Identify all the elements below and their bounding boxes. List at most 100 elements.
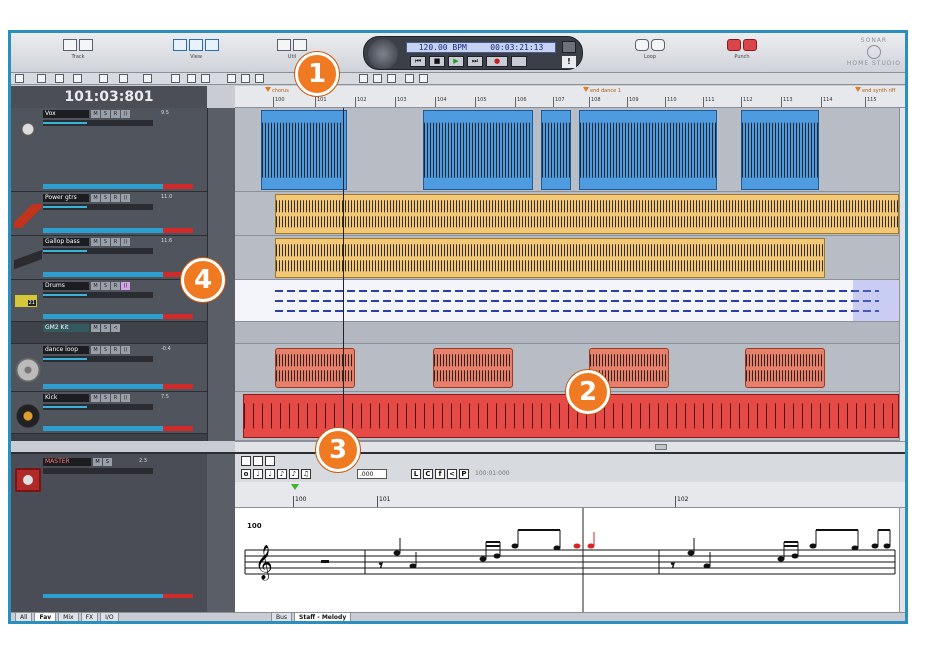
clips-vertical-scrollbar[interactable] <box>899 108 905 441</box>
input-echo-icon[interactable]: )) <box>121 346 130 354</box>
solo-button[interactable]: S <box>101 346 110 354</box>
marker-flag-end-synth[interactable]: end synth riff <box>855 87 895 94</box>
mute-button[interactable]: M <box>91 394 100 402</box>
tool-fit-icon[interactable] <box>359 74 368 83</box>
solo-button[interactable]: S <box>101 394 110 402</box>
audio-warning-icon[interactable]: ! <box>562 56 576 68</box>
track-name[interactable]: GM2 Kit <box>43 324 89 332</box>
volume-fader[interactable] <box>43 356 153 362</box>
chord-tool-icon[interactable]: C <box>423 469 433 479</box>
punch-toggle-icon[interactable] <box>743 39 757 51</box>
track-gm2-kit[interactable]: GM2 Kit M S < <box>11 322 207 344</box>
tool-split-icon[interactable] <box>255 74 264 83</box>
track-name[interactable]: dance loop <box>43 346 89 354</box>
tool-marker-icon[interactable] <box>143 74 152 83</box>
stop-button[interactable]: ■ <box>429 56 445 67</box>
tool-draw-icon[interactable] <box>73 74 82 83</box>
track-power-gtrs[interactable]: Power gtrs M S R )) 11.0 <box>11 192 207 236</box>
loop-toggle-icon[interactable] <box>651 39 665 51</box>
arm-button[interactable]: R <box>111 394 120 402</box>
marker-flag-chorus[interactable]: chorus <box>265 87 289 94</box>
track-name[interactable]: Vox <box>43 110 89 118</box>
whole-note-icon[interactable]: o <box>241 469 251 479</box>
mute-button[interactable]: M <box>91 110 100 118</box>
track-name[interactable]: Drums <box>43 282 89 290</box>
duration-field[interactable]: .000 <box>357 469 387 479</box>
staff-vertical-scrollbar[interactable] <box>899 508 905 612</box>
staff-select-icon[interactable] <box>241 456 251 466</box>
hairpin-tool-icon[interactable]: < <box>447 469 457 479</box>
tab-fav[interactable]: Fav <box>34 613 57 621</box>
vox-clip[interactable] <box>261 110 347 190</box>
tool-grid-icon[interactable] <box>99 74 108 83</box>
solo-button[interactable]: S <box>101 194 110 202</box>
drum-selection[interactable] <box>853 280 899 321</box>
mute-button[interactable]: M <box>91 346 100 354</box>
view-grid-icon[interactable] <box>189 39 203 51</box>
record-button[interactable]: ● <box>486 56 508 67</box>
drum-pattern[interactable] <box>275 300 879 302</box>
sixteenth-note-icon[interactable]: ♪ <box>289 469 299 479</box>
eighth-note-icon[interactable]: ♪ <box>277 469 287 479</box>
solo-button[interactable]: S <box>101 238 110 246</box>
tool-smart-icon[interactable] <box>37 74 46 83</box>
track-gallop-bass[interactable]: Gallop bass M S R )) 11.6 <box>11 236 207 280</box>
volume-fader[interactable] <box>43 204 153 210</box>
view-list-icon[interactable] <box>173 39 187 51</box>
rewind-button[interactable]: ⏮ <box>410 56 426 67</box>
tab-mix[interactable]: Mix <box>58 613 79 621</box>
tool-console-icon[interactable] <box>405 74 414 83</box>
tool-select-icon[interactable] <box>15 74 24 83</box>
mute-button[interactable]: M <box>91 194 100 202</box>
power-icon[interactable] <box>562 41 576 53</box>
arm-button[interactable]: R <box>111 110 120 118</box>
view-info-icon[interactable] <box>205 39 219 51</box>
volume-fader[interactable] <box>43 120 153 126</box>
tool-layout-icon[interactable] <box>227 74 236 83</box>
dance-loop-clip[interactable] <box>433 348 513 388</box>
master-fader[interactable] <box>43 468 153 474</box>
now-marker-icon[interactable] <box>291 484 299 490</box>
track-name[interactable]: Power gtrs <box>43 194 89 202</box>
solo-button[interactable]: S <box>101 110 110 118</box>
staff-draw-icon[interactable] <box>253 456 263 466</box>
scroll-thumb[interactable] <box>655 444 667 450</box>
arm-button[interactable]: R <box>111 238 120 246</box>
tool-move-icon[interactable] <box>55 74 64 83</box>
half-note-icon[interactable]: ♩ <box>253 469 263 479</box>
arm-button[interactable]: R <box>111 282 120 290</box>
util-arrow-icon[interactable] <box>293 39 307 51</box>
tempo-readout[interactable]: 120.00 BPM <box>419 43 467 52</box>
track-list-icon[interactable] <box>79 39 93 51</box>
input-echo-icon[interactable]: )) <box>121 282 130 290</box>
loop-set-icon[interactable] <box>635 39 649 51</box>
track-insert-icon[interactable] <box>63 39 77 51</box>
tab-all[interactable]: All <box>15 613 33 621</box>
track-drums[interactable]: 21 Drums M S R )) <box>11 280 207 322</box>
tab-staff-melody[interactable]: Staff - Melody <box>294 613 352 621</box>
vox-clip[interactable] <box>541 110 571 190</box>
solo-button[interactable]: S <box>101 282 110 290</box>
arm-button[interactable]: R <box>111 346 120 354</box>
drum-pattern[interactable] <box>275 310 879 312</box>
play-button[interactable]: ▶ <box>448 56 464 67</box>
staff-erase-icon[interactable] <box>265 456 275 466</box>
master-solo-button[interactable]: S <box>103 458 112 466</box>
mute-button[interactable]: M <box>91 324 100 332</box>
lyric-tool-icon[interactable]: L <box>411 469 421 479</box>
track-vox[interactable]: Vox M S R )) 9.5 <box>11 108 207 192</box>
mute-button[interactable]: M <box>91 282 100 290</box>
tab-io[interactable]: I/O <box>100 613 119 621</box>
tab-bus[interactable]: Bus <box>271 613 293 621</box>
tool-zoom-icon[interactable] <box>171 74 180 83</box>
track-name[interactable]: Gallop bass <box>43 238 89 246</box>
now-time-cursor[interactable] <box>343 108 344 441</box>
time-readout[interactable]: 00:03:21:13 <box>490 43 543 52</box>
tool-snap-icon[interactable] <box>119 74 128 83</box>
input-echo-icon[interactable]: )) <box>121 194 130 202</box>
quarter-note-icon[interactable]: ♩ <box>265 469 275 479</box>
input-echo-icon[interactable]: )) <box>121 238 130 246</box>
pedal-tool-icon[interactable]: P <box>459 469 469 479</box>
power-gtrs-clip[interactable] <box>275 194 899 234</box>
volume-fader[interactable] <box>43 292 153 298</box>
